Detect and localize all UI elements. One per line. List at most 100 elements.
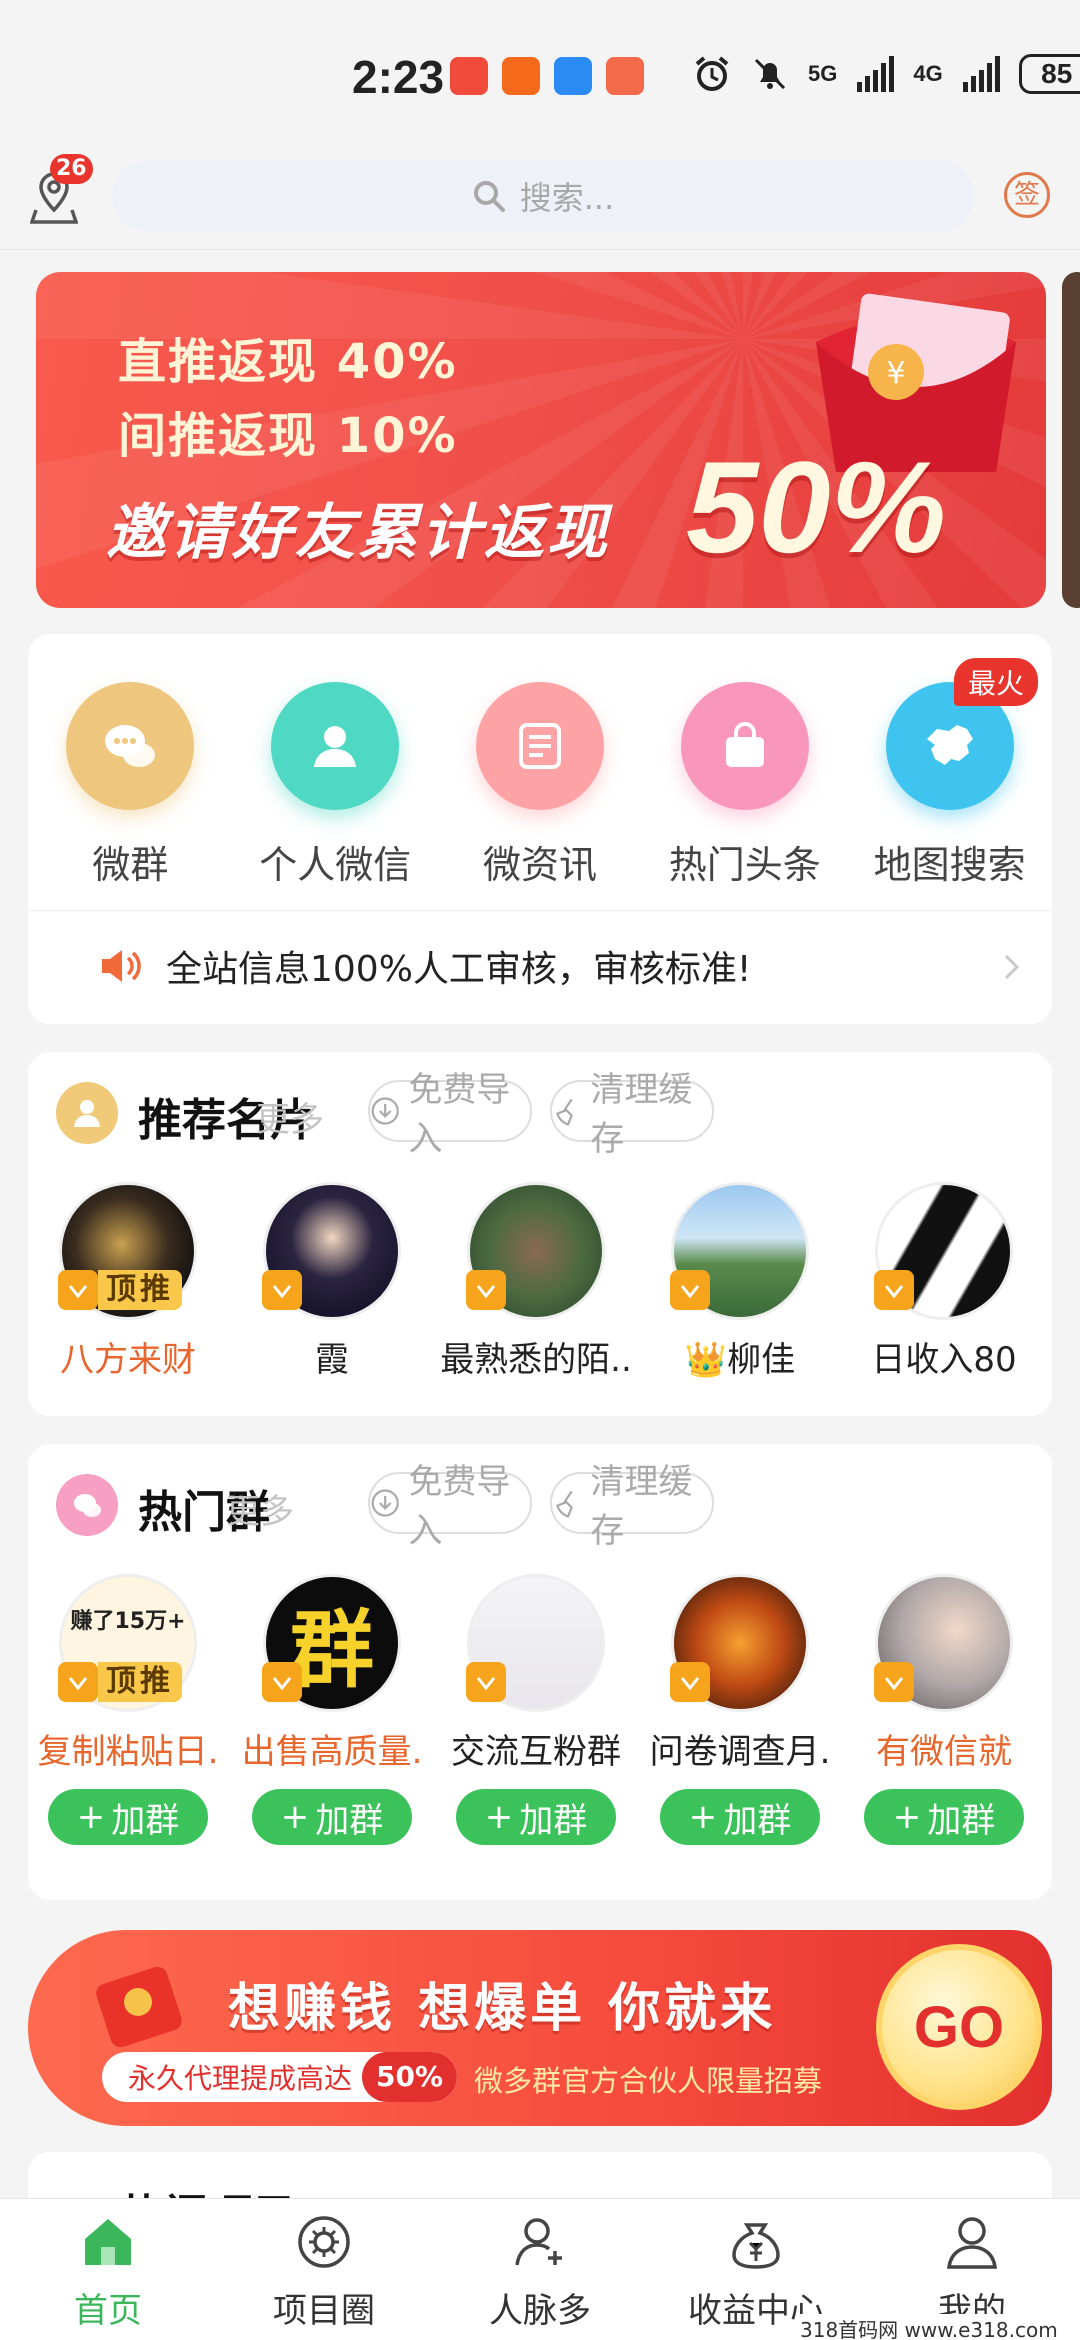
tab-label: 人脉多 bbox=[489, 2291, 591, 2331]
status-right-icons: 5G 4G 85 bbox=[692, 54, 1080, 94]
section-icon-bg bbox=[56, 1082, 118, 1144]
group-name: 问卷调查月. bbox=[649, 1732, 831, 1772]
signal-5g: 5G bbox=[808, 61, 838, 86]
card-name: 八方来财 bbox=[60, 1340, 196, 1380]
more-link[interactable]: 更多 bbox=[256, 1092, 324, 1141]
heart-badge-icon bbox=[670, 1270, 710, 1310]
promo-pill-text: 永久代理提成高达 bbox=[128, 2062, 353, 2095]
join-group-button[interactable]: + 加群 bbox=[252, 1789, 412, 1845]
tab-home[interactable]: 首页 bbox=[0, 2199, 216, 2340]
join-group-button[interactable]: + 加群 bbox=[864, 1789, 1024, 1845]
search-input[interactable]: 搜索... bbox=[112, 160, 974, 232]
chili-app-icon bbox=[606, 57, 644, 95]
card-item[interactable]: 最熟悉的陌.. bbox=[436, 1182, 636, 1381]
group-item[interactable]: 群 出售高质量. + 加群 bbox=[232, 1574, 432, 1845]
signal-bars-icon bbox=[857, 56, 895, 92]
heart-badge-icon bbox=[670, 1662, 710, 1702]
top-tag: 顶推 bbox=[58, 1660, 182, 1704]
go-button[interactable]: GO bbox=[876, 1944, 1042, 2110]
download-icon bbox=[371, 1489, 399, 1517]
card-item[interactable]: 日收入80 bbox=[844, 1182, 1044, 1381]
plus-icon: + bbox=[280, 1797, 310, 1837]
card-item[interactable]: 👑柳佳 bbox=[640, 1182, 840, 1381]
card-name: 最熟悉的陌.. bbox=[440, 1340, 632, 1380]
heart-badge-icon bbox=[466, 1662, 506, 1702]
group-avatar-text: 赚了15万+ bbox=[70, 1609, 186, 1634]
more-link[interactable]: 更多 bbox=[226, 1484, 294, 1533]
invite-banner[interactable]: ¥ 直推返现 40% 间推返现 10% 邀请好友累计返现 50% bbox=[36, 272, 1046, 608]
menu-item-map-search[interactable]: 地图搜索 bbox=[847, 682, 1052, 889]
next-banner-peek[interactable] bbox=[1062, 272, 1080, 608]
heart-badge-icon bbox=[262, 1662, 302, 1702]
card-name: 👑柳佳 bbox=[684, 1340, 796, 1380]
user-icon bbox=[946, 2217, 998, 2269]
banner-percent: 50% bbox=[686, 434, 947, 580]
search-placeholder: 搜索... bbox=[519, 179, 615, 217]
menu-label: 微群 bbox=[92, 843, 169, 887]
promo-pill: 永久代理提成高达 50% bbox=[102, 2052, 458, 2102]
join-group-button[interactable]: + 加群 bbox=[48, 1789, 208, 1845]
clear-cache-button[interactable]: 清理缓存 bbox=[550, 1462, 714, 1551]
sign-in-button[interactable]: 签 bbox=[1004, 172, 1050, 218]
tab-contacts[interactable]: 人脉多 bbox=[432, 2199, 648, 2340]
menu-label: 地图搜索 bbox=[873, 843, 1026, 887]
card-item[interactable]: 霞 bbox=[232, 1182, 432, 1381]
chevron-right-icon[interactable] bbox=[998, 952, 1024, 982]
heart-badge-icon bbox=[874, 1270, 914, 1310]
promo-pill-percent: 50% bbox=[362, 2052, 458, 2102]
hot-groups-list: 赚了15万+ 顶推 复制粘贴日. + 加群 群 出售高质量. + 加群 交流互粉… bbox=[28, 1574, 1052, 1874]
top-bar: 26 搜索... 签 bbox=[0, 140, 1080, 250]
watermark: 318首码网 www.e318.com bbox=[800, 2314, 1058, 2340]
menu-item-wechat-groups[interactable]: 微群 bbox=[28, 682, 233, 889]
speaker-icon bbox=[102, 950, 141, 982]
top-tag-label: 顶推 bbox=[98, 1270, 182, 1310]
china-map-icon bbox=[926, 725, 973, 765]
signal-bars-2-icon bbox=[962, 56, 1000, 92]
group-item[interactable]: 赚了15万+ 顶推 复制粘贴日. + 加群 bbox=[28, 1574, 228, 1845]
menu-item-personal-wechat[interactable]: 个人微信 bbox=[233, 682, 438, 889]
card-item[interactable]: 顶推 八方来财 bbox=[28, 1182, 228, 1381]
taobao-app-icon bbox=[502, 57, 540, 95]
tab-label: 首页 bbox=[74, 2291, 142, 2331]
tab-projects[interactable]: 项目圈 bbox=[216, 2199, 432, 2340]
svg-text:¥: ¥ bbox=[886, 356, 905, 391]
menu-label: 微资讯 bbox=[482, 843, 597, 887]
banner-line-2: 间推返现 10% bbox=[118, 408, 458, 464]
notice-bar[interactable]: 全站信息100%人工审核，审核标准! bbox=[98, 940, 751, 992]
menu-item-hot-headlines[interactable]: 热门头条 bbox=[642, 682, 847, 889]
menu-icon-bg bbox=[66, 682, 195, 810]
group-name: 有微信就 bbox=[876, 1732, 1012, 1772]
search-icon bbox=[473, 181, 505, 212]
hot-badge: 最火 bbox=[954, 658, 1039, 706]
clear-cache-button[interactable]: 清理缓存 bbox=[550, 1070, 714, 1159]
red-envelope-icon bbox=[96, 1966, 182, 2048]
hot-groups-section: 热门群 更多 免费导入 清理缓存 赚了15万+ 顶推 复制粘贴日. + 加群 群… bbox=[28, 1444, 1052, 1900]
recommended-cards-list: 顶推 八方来财 霞 最熟悉的陌.. 👑柳佳 日收入80 bbox=[28, 1182, 1052, 1382]
group-item[interactable]: 有微信就 + 加群 bbox=[844, 1574, 1044, 1845]
plus-icon: + bbox=[688, 1797, 718, 1837]
group-item[interactable]: 交流互粉群 + 加群 bbox=[436, 1574, 636, 1845]
join-group-button[interactable]: + 加群 bbox=[456, 1789, 616, 1845]
top-tag bbox=[670, 1660, 710, 1704]
top-tag bbox=[262, 1660, 302, 1704]
broom-icon bbox=[555, 1490, 573, 1518]
menu-icon-bg bbox=[475, 682, 604, 810]
menu-item-news[interactable]: 微资讯 bbox=[438, 682, 643, 889]
plus-icon: + bbox=[892, 1797, 922, 1837]
mute-icon bbox=[754, 58, 786, 90]
banner-line-1: 直推返现 40% bbox=[118, 334, 458, 390]
shopping-bag-icon bbox=[725, 722, 764, 767]
status-time: 2:23 bbox=[352, 51, 445, 103]
chat-bubbles-icon bbox=[74, 1494, 101, 1517]
join-group-button[interactable]: + 加群 bbox=[660, 1789, 820, 1845]
plus-icon: + bbox=[484, 1797, 514, 1837]
divider bbox=[28, 910, 1052, 911]
partner-recruit-banner[interactable]: 想赚钱 想爆单 你就来 永久代理提成高达 50% 微多群官方合伙人限量招募 GO bbox=[28, 1930, 1052, 2126]
person-icon bbox=[314, 726, 357, 767]
free-import-button[interactable]: 免费导入 bbox=[368, 1462, 532, 1551]
feature-menu: 微群 个人微信 微资讯 热门头条 地图搜索 bbox=[28, 682, 1052, 889]
free-import-button[interactable]: 免费导入 bbox=[368, 1070, 532, 1159]
group-item[interactable]: 问卷调查月. + 加群 bbox=[640, 1574, 840, 1845]
home-icon bbox=[85, 2219, 131, 2265]
plus-icon: + bbox=[76, 1797, 106, 1837]
